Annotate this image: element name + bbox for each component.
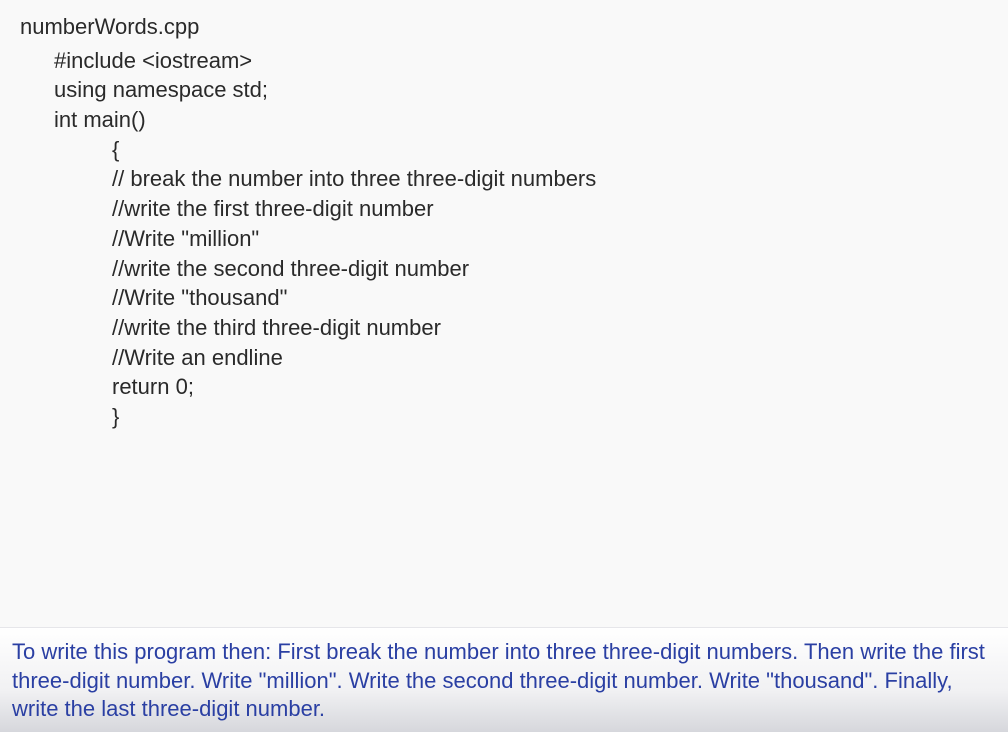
code-line: //Write "million" xyxy=(20,224,988,254)
code-line: int main() xyxy=(20,105,988,135)
caption-text: To write this program then: First break … xyxy=(0,627,1008,732)
code-line: using namespace std; xyxy=(20,75,988,105)
code-block: numberWords.cpp #include <iostream> usin… xyxy=(0,0,1008,444)
code-line: return 0; xyxy=(20,372,988,402)
code-line: //Write an endline xyxy=(20,343,988,373)
code-line: { xyxy=(20,135,988,165)
code-line: //write the first three-digit number xyxy=(20,194,988,224)
filename-label: numberWords.cpp xyxy=(20,12,988,42)
code-line: #include <iostream> xyxy=(20,46,988,76)
code-line: // break the number into three three-dig… xyxy=(20,164,988,194)
code-line: //write the third three-digit number xyxy=(20,313,988,343)
code-line: } xyxy=(20,402,988,432)
code-line: //Write "thousand" xyxy=(20,283,988,313)
code-line: //write the second three-digit number xyxy=(20,254,988,284)
